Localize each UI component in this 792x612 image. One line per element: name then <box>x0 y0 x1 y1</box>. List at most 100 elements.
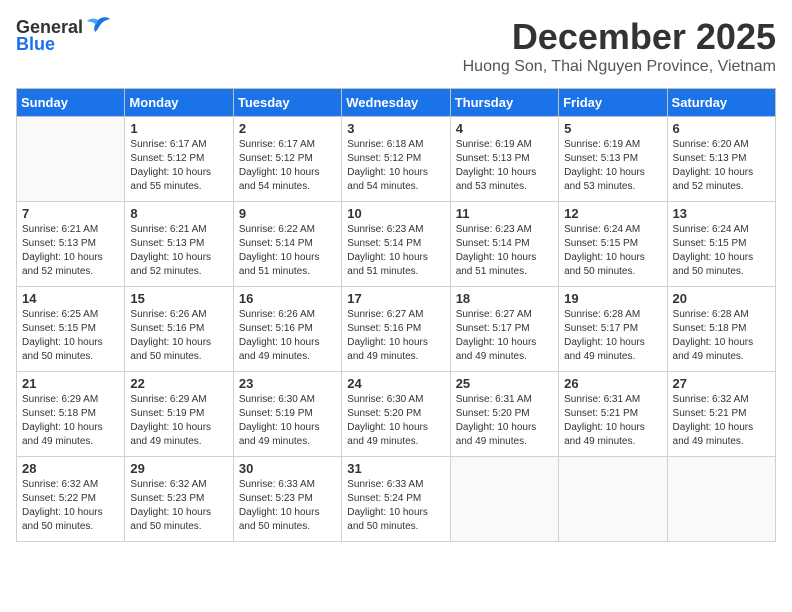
day-info: Sunrise: 6:30 AMSunset: 5:19 PMDaylight:… <box>239 393 336 449</box>
day-number: 29 <box>130 461 227 476</box>
header-tuesday: Tuesday <box>233 89 341 117</box>
calendar-cell: 15 Sunrise: 6:26 AMSunset: 5:16 PMDayligh… <box>125 287 233 372</box>
subtitle: Huong Son, Thai Nguyen Province, Vietnam <box>463 58 776 76</box>
day-info: Sunrise: 6:29 AMSunset: 5:18 PMDaylight:… <box>22 393 119 449</box>
calendar-cell: 14Sunrise: 6:25 AMSunset: 5:15 PMDayligh… <box>17 287 125 372</box>
day-number: 15 <box>130 291 227 306</box>
day-info: Sunrise: 6:24 AMSunset: 5:15 PMDaylight:… <box>673 223 770 279</box>
calendar-cell: 16Sunrise: 6:26 AMSunset: 5:16 PMDayligh… <box>233 287 341 372</box>
day-number: 8 <box>130 206 227 221</box>
day-info: Sunrise: 6:26 AMSunset: 5:16 PMDaylight:… <box>239 308 336 364</box>
calendar-week-2: 7 Sunrise: 6:21 AMSunset: 5:13 PMDaylight… <box>17 202 776 287</box>
day-info: Sunrise: 6:23 AMSunset: 5:14 PMDaylight:… <box>347 223 444 279</box>
calendar-cell: 23 Sunrise: 6:30 AMSunset: 5:19 PMDayligh… <box>233 372 341 457</box>
day-number: 26 <box>564 376 661 391</box>
logo-bird-icon <box>85 16 111 38</box>
day-number: 1 <box>130 121 227 136</box>
logo: General Blue <box>16 16 113 55</box>
calendar-cell: 5 Sunrise: 6:19 AMSunset: 5:13 PMDaylight… <box>559 117 667 202</box>
calendar-cell: 22Sunrise: 6:29 AMSunset: 5:19 PMDayligh… <box>125 372 233 457</box>
title-block: December 2025 Huong Son, Thai Nguyen Pro… <box>463 16 776 84</box>
day-number: 27 <box>673 376 770 391</box>
day-info: Sunrise: 6:27 AMSunset: 5:16 PMDaylight:… <box>347 308 444 364</box>
calendar-header-row: SundayMondayTuesdayWednesdayThursdayFrid… <box>17 89 776 117</box>
header-friday: Friday <box>559 89 667 117</box>
day-number: 7 <box>22 206 119 221</box>
calendar-cell: 1 Sunrise: 6:17 AMSunset: 5:12 PMDaylight… <box>125 117 233 202</box>
calendar-cell: 6Sunrise: 6:20 AMSunset: 5:13 PMDaylight… <box>667 117 775 202</box>
day-info: Sunrise: 6:19 AMSunset: 5:13 PMDaylight:… <box>564 138 661 194</box>
day-number: 3 <box>347 121 444 136</box>
day-number: 5 <box>564 121 661 136</box>
day-info: Sunrise: 6:31 AMSunset: 5:21 PMDaylight:… <box>564 393 661 449</box>
day-number: 4 <box>456 121 553 136</box>
header-wednesday: Wednesday <box>342 89 450 117</box>
header-monday: Monday <box>125 89 233 117</box>
day-number: 21 <box>22 376 119 391</box>
calendar-cell: 9 Sunrise: 6:22 AMSunset: 5:14 PMDaylight… <box>233 202 341 287</box>
header-thursday: Thursday <box>450 89 558 117</box>
day-info: Sunrise: 6:21 AMSunset: 5:13 PMDaylight:… <box>130 223 227 279</box>
day-info: Sunrise: 6:27 AMSunset: 5:17 PMDaylight:… <box>456 308 553 364</box>
logo-text: General Blue <box>16 16 113 55</box>
day-number: 19 <box>564 291 661 306</box>
calendar-week-5: 28 Sunrise: 6:32 AMSunset: 5:22 PMDayligh… <box>17 457 776 542</box>
day-number: 20 <box>673 291 770 306</box>
day-info: Sunrise: 6:31 AMSunset: 5:20 PMDaylight:… <box>456 393 553 449</box>
page-container: General Blue December 2025 Huong Son, Th… <box>16 16 776 542</box>
day-info: Sunrise: 6:18 AMSunset: 5:12 PMDaylight:… <box>347 138 444 194</box>
calendar-week-1: 1 Sunrise: 6:17 AMSunset: 5:12 PMDaylight… <box>17 117 776 202</box>
header: General Blue December 2025 Huong Son, Th… <box>16 16 776 84</box>
calendar-cell <box>17 117 125 202</box>
calendar-cell: 20Sunrise: 6:28 AMSunset: 5:18 PMDayligh… <box>667 287 775 372</box>
day-info: Sunrise: 6:19 AMSunset: 5:13 PMDaylight:… <box>456 138 553 194</box>
day-info: Sunrise: 6:21 AMSunset: 5:13 PMDaylight:… <box>22 223 119 279</box>
calendar-cell: 12Sunrise: 6:24 AMSunset: 5:15 PMDayligh… <box>559 202 667 287</box>
calendar-cell: 8 Sunrise: 6:21 AMSunset: 5:13 PMDaylight… <box>125 202 233 287</box>
day-info: Sunrise: 6:33 AMSunset: 5:24 PMDaylight:… <box>347 478 444 534</box>
calendar-cell: 17 Sunrise: 6:27 AMSunset: 5:16 PMDayligh… <box>342 287 450 372</box>
day-number: 28 <box>22 461 119 476</box>
calendar-cell: 7 Sunrise: 6:21 AMSunset: 5:13 PMDaylight… <box>17 202 125 287</box>
day-info: Sunrise: 6:23 AMSunset: 5:14 PMDaylight:… <box>456 223 553 279</box>
header-sunday: Sunday <box>17 89 125 117</box>
day-info: Sunrise: 6:25 AMSunset: 5:15 PMDaylight:… <box>22 308 119 364</box>
day-info: Sunrise: 6:29 AMSunset: 5:19 PMDaylight:… <box>130 393 227 449</box>
calendar-cell: 13Sunrise: 6:24 AMSunset: 5:15 PMDayligh… <box>667 202 775 287</box>
calendar-cell: 27 Sunrise: 6:32 AMSunset: 5:21 PMDayligh… <box>667 372 775 457</box>
calendar-cell: 19 Sunrise: 6:28 AMSunset: 5:17 PMDayligh… <box>559 287 667 372</box>
calendar-cell <box>667 457 775 542</box>
calendar-cell: 26 Sunrise: 6:31 AMSunset: 5:21 PMDayligh… <box>559 372 667 457</box>
calendar-cell: 31Sunrise: 6:33 AMSunset: 5:24 PMDayligh… <box>342 457 450 542</box>
day-number: 17 <box>347 291 444 306</box>
header-saturday: Saturday <box>667 89 775 117</box>
day-number: 18 <box>456 291 553 306</box>
day-info: Sunrise: 6:22 AMSunset: 5:14 PMDaylight:… <box>239 223 336 279</box>
day-info: Sunrise: 6:30 AMSunset: 5:20 PMDaylight:… <box>347 393 444 449</box>
day-number: 30 <box>239 461 336 476</box>
calendar-cell: 28 Sunrise: 6:32 AMSunset: 5:22 PMDayligh… <box>17 457 125 542</box>
day-info: Sunrise: 6:32 AMSunset: 5:23 PMDaylight:… <box>130 478 227 534</box>
calendar-table: SundayMondayTuesdayWednesdayThursdayFrid… <box>16 88 776 542</box>
calendar-cell: 10Sunrise: 6:23 AMSunset: 5:14 PMDayligh… <box>342 202 450 287</box>
day-info: Sunrise: 6:17 AMSunset: 5:12 PMDaylight:… <box>130 138 227 194</box>
day-info: Sunrise: 6:32 AMSunset: 5:21 PMDaylight:… <box>673 393 770 449</box>
calendar-cell <box>450 457 558 542</box>
day-info: Sunrise: 6:26 AMSunset: 5:16 PMDaylight:… <box>130 308 227 364</box>
calendar-cell: 3 Sunrise: 6:18 AMSunset: 5:12 PMDaylight… <box>342 117 450 202</box>
day-number: 23 <box>239 376 336 391</box>
month-title: December 2025 <box>463 16 776 58</box>
calendar-cell: 29 Sunrise: 6:32 AMSunset: 5:23 PMDayligh… <box>125 457 233 542</box>
day-number: 24 <box>347 376 444 391</box>
calendar-cell: 21 Sunrise: 6:29 AMSunset: 5:18 PMDayligh… <box>17 372 125 457</box>
day-info: Sunrise: 6:33 AMSunset: 5:23 PMDaylight:… <box>239 478 336 534</box>
day-number: 9 <box>239 206 336 221</box>
day-info: Sunrise: 6:32 AMSunset: 5:22 PMDaylight:… <box>22 478 119 534</box>
day-info: Sunrise: 6:17 AMSunset: 5:12 PMDaylight:… <box>239 138 336 194</box>
day-number: 2 <box>239 121 336 136</box>
calendar-cell: 11 Sunrise: 6:23 AMSunset: 5:14 PMDayligh… <box>450 202 558 287</box>
calendar-cell: 30 Sunrise: 6:33 AMSunset: 5:23 PMDayligh… <box>233 457 341 542</box>
calendar-week-3: 14Sunrise: 6:25 AMSunset: 5:15 PMDayligh… <box>17 287 776 372</box>
day-number: 11 <box>456 206 553 221</box>
day-info: Sunrise: 6:28 AMSunset: 5:17 PMDaylight:… <box>564 308 661 364</box>
